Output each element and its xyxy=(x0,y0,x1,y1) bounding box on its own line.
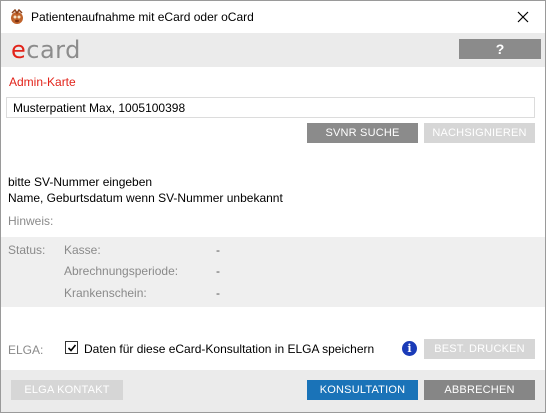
hint-text-line1: bitte SV-Nummer eingeben xyxy=(8,175,153,189)
close-icon xyxy=(517,11,529,23)
status-label: Status: xyxy=(8,243,46,257)
konsultation-button[interactable]: KONSULTATION xyxy=(307,380,418,400)
app-icon xyxy=(9,8,25,25)
dialog-window: Patientenaufnahme mit eCard oder oCard e… xyxy=(0,0,546,413)
abrechnungsperiode-value: - xyxy=(216,264,220,278)
ecard-logo: ecard xyxy=(11,36,81,64)
hinweis-label: Hinweis: xyxy=(8,214,54,228)
header-bar: ecard ? xyxy=(1,33,545,67)
window-title: Patientenaufnahme mit eCard oder oCard xyxy=(31,10,254,24)
patient-search-input[interactable] xyxy=(6,97,535,118)
checkmark-icon xyxy=(67,343,76,352)
status-panel: Status: Kasse: - Abrechnungsperiode: - K… xyxy=(1,237,545,307)
close-button[interactable] xyxy=(509,5,537,29)
elga-kontakt-button[interactable]: ELGA KONTAKT xyxy=(11,380,123,400)
admin-card-label: Admin-Karte xyxy=(9,75,76,89)
kasse-value: - xyxy=(216,243,220,257)
abrechnungsperiode-label: Abrechnungsperiode: xyxy=(64,264,179,278)
best-drucken-button[interactable]: BEST. DRUCKEN xyxy=(424,339,535,359)
krankenschein-value: - xyxy=(216,286,220,300)
nachsignieren-button[interactable]: NACHSIGNIEREN xyxy=(424,123,535,143)
elga-label: ELGA: xyxy=(8,343,44,357)
content-panel: Admin-Karte SVNR SUCHE NACHSIGNIEREN bit… xyxy=(1,67,545,370)
kasse-label: Kasse: xyxy=(64,243,101,257)
info-icon[interactable]: i xyxy=(402,341,417,356)
footer-bar: ELGA KONTAKT KONSULTATION ABBRECHEN xyxy=(1,370,545,412)
hint-text-line2: Name, Geburtsdatum wenn SV-Nummer unbeka… xyxy=(8,191,283,205)
abbrechen-button[interactable]: ABBRECHEN xyxy=(424,380,535,400)
svnr-search-button[interactable]: SVNR SUCHE xyxy=(307,123,418,143)
elga-save-checkbox[interactable] xyxy=(65,341,78,354)
help-button[interactable]: ? xyxy=(459,39,541,59)
krankenschein-label: Krankenschein: xyxy=(64,286,147,300)
elga-save-checkbox-label[interactable]: Daten für diese eCard-Konsultation in EL… xyxy=(84,342,374,356)
title-bar: Patientenaufnahme mit eCard oder oCard xyxy=(1,1,545,33)
